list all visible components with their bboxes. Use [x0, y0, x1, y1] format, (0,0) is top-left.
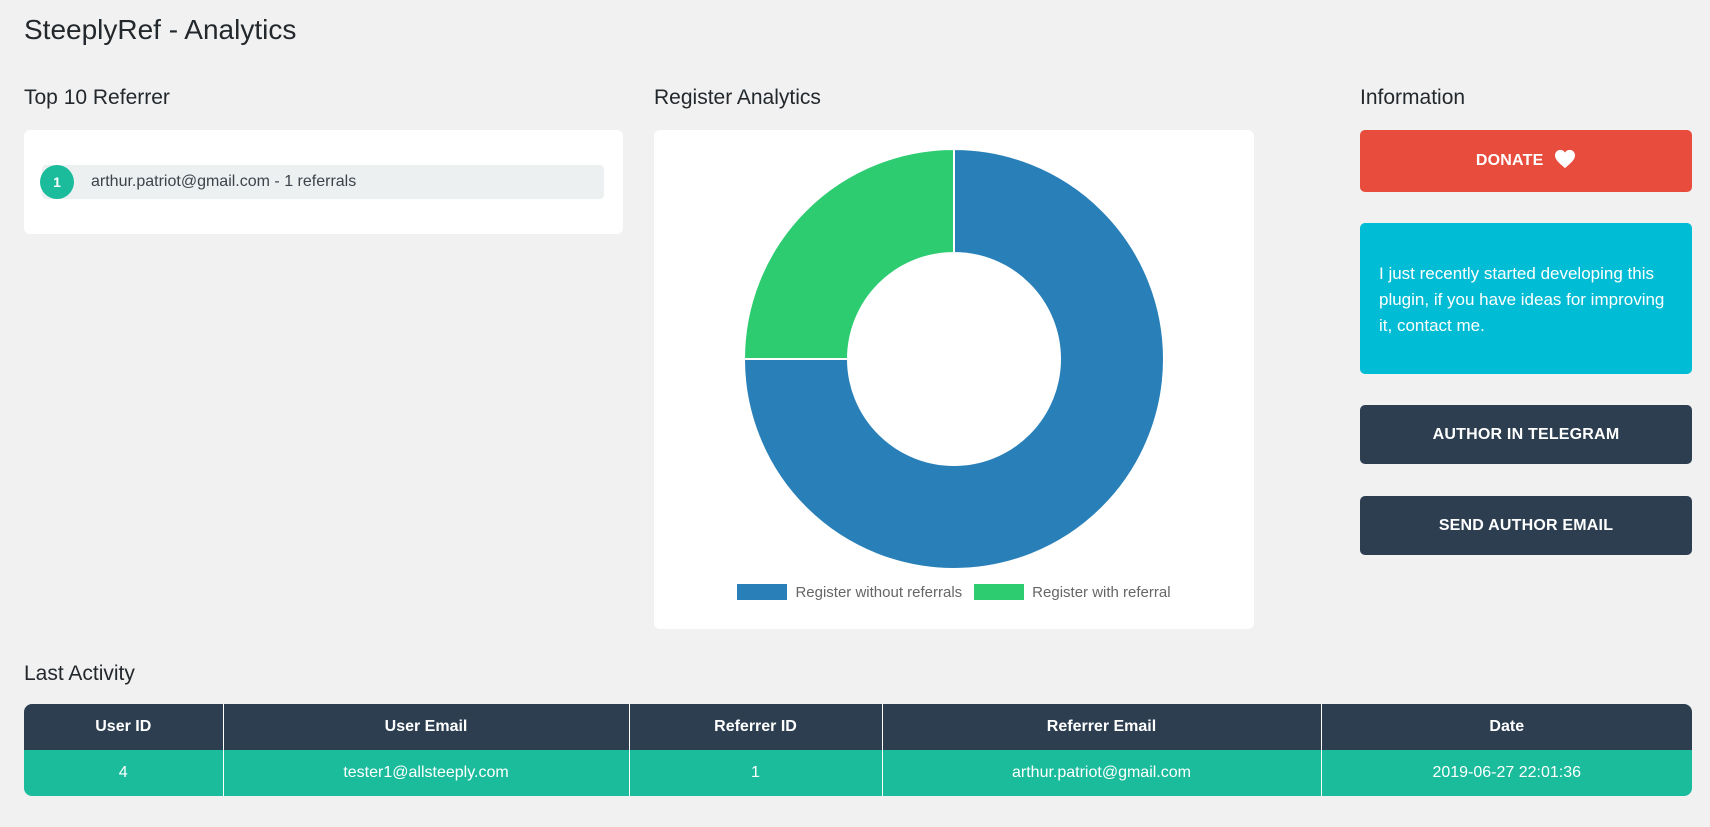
info-message: I just recently started developing this … — [1379, 264, 1665, 335]
page-title: SteeplyRef - Analytics — [24, 14, 297, 45]
last-activity-heading: Last Activity — [24, 662, 135, 685]
top-referrer-card: 1 arthur.patriot@gmail.com - 1 referrals — [24, 130, 623, 234]
table-header-row: User ID User Email Referrer ID Referrer … — [24, 704, 1692, 750]
legend-swatch — [974, 584, 1025, 600]
chart-legend: Register without referrals Register with… — [654, 582, 1254, 602]
column-header-date: Date — [1321, 704, 1692, 750]
last-activity-table: User ID User Email Referrer ID Referrer … — [24, 704, 1692, 796]
cell-referrer-email: arthur.patriot@gmail.com — [882, 750, 1322, 796]
info-message-box: I just recently started developing this … — [1360, 223, 1692, 374]
referrer-text: arthur.patriot@gmail.com - 1 referrals — [91, 173, 357, 190]
information-heading: Information — [1360, 86, 1466, 109]
donate-label: DONATE — [1475, 152, 1544, 169]
column-header-user-id: User ID — [24, 704, 224, 750]
rank-badge: 1 — [40, 165, 74, 199]
register-analytics-card: Register without referrals Register with… — [654, 130, 1254, 629]
register-analytics-heading: Register Analytics — [654, 86, 821, 109]
cell-user-email: tester1@allsteeply.com — [223, 750, 630, 796]
doughnut-slice-with-referral[interactable] — [742, 147, 955, 360]
column-header-referrer-id: Referrer ID — [629, 704, 883, 750]
top-referrer-heading: Top 10 Referrer — [24, 86, 170, 109]
donate-button[interactable]: DONATE — [1360, 130, 1692, 192]
legend-item-without-referrals[interactable]: Register without referrals — [737, 584, 962, 601]
author-telegram-button[interactable]: AUTHOR IN TELEGRAM — [1360, 405, 1692, 464]
legend-swatch — [737, 584, 788, 600]
cell-user-id: 4 — [24, 750, 224, 796]
legend-label: Register without referrals — [795, 583, 963, 601]
column-header-referrer-email: Referrer Email — [882, 704, 1322, 750]
legend-label: Register with referral — [1032, 583, 1171, 601]
heart-icon — [1555, 150, 1576, 169]
cell-date: 2019-06-27 22:01:36 — [1321, 750, 1692, 796]
column-header-user-email: User Email — [223, 704, 630, 750]
cell-referrer-id: 1 — [629, 750, 883, 796]
list-item: 1 arthur.patriot@gmail.com - 1 referrals — [40, 165, 604, 199]
doughnut-chart — [742, 147, 1165, 570]
table-row: 4 tester1@allsteeply.com 1 arthur.patrio… — [24, 750, 1692, 796]
send-author-email-button[interactable]: SEND AUTHOR EMAIL — [1360, 496, 1692, 555]
legend-item-with-referral[interactable]: Register with referral — [974, 583, 1171, 601]
